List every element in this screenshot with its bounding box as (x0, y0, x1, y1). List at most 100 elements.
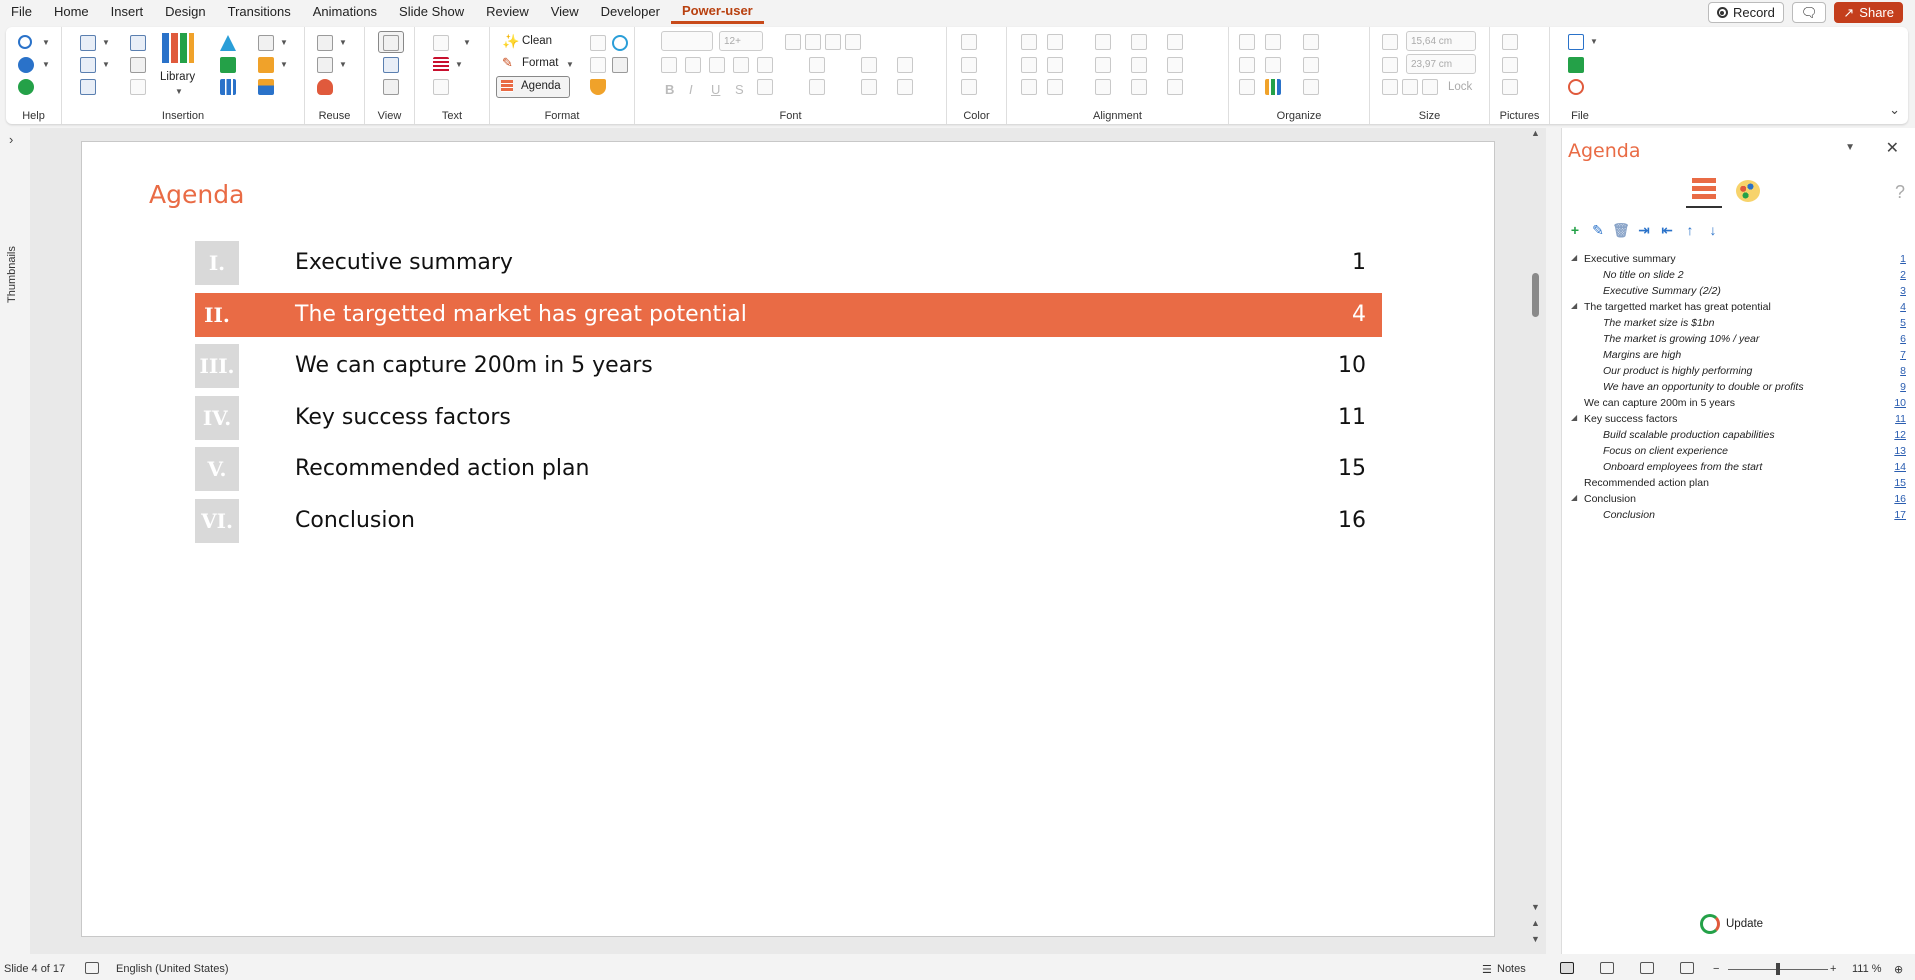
tab-power-user[interactable]: Power-user (670, 0, 764, 24)
chevron-down-icon[interactable]: ▼ (42, 60, 50, 69)
paste-icon[interactable] (317, 57, 333, 73)
waterfall-icon[interactable] (258, 79, 274, 95)
text-box-icon[interactable] (809, 57, 825, 73)
font-size-select[interactable]: 12+ (719, 31, 763, 51)
gantt-icon[interactable] (220, 57, 236, 73)
slide-canvas[interactable]: Agenda I. Executive summary 1 II. The target… (81, 141, 1495, 937)
tab-animations[interactable]: Animations (302, 0, 388, 24)
tree-item-page-link[interactable]: 6 (1900, 333, 1906, 345)
close-icon[interactable]: ✕ (1886, 138, 1899, 158)
normal-view-icon[interactable] (1560, 962, 1574, 974)
tree-item-page-link[interactable]: 3 (1900, 285, 1906, 297)
agenda-row[interactable]: IV. Key success factors 11 (195, 395, 1382, 440)
screenshot-icon[interactable] (130, 57, 146, 73)
view-panel-icon[interactable] (383, 57, 399, 73)
expand-icon[interactable]: ◢ (1571, 253, 1577, 262)
move-up-icon[interactable]: ↑ (1681, 222, 1699, 238)
tab-file[interactable]: File (0, 0, 43, 24)
expand-icon[interactable]: ◢ (1571, 413, 1577, 422)
fit-to-window-icon[interactable]: ⊕ (1894, 963, 1903, 976)
selection-icon[interactable] (1239, 79, 1255, 95)
font-color-icon[interactable] (961, 34, 977, 50)
link-icon[interactable] (130, 79, 146, 95)
height-field[interactable]: 23,97 cm (1406, 54, 1476, 74)
tree-item-page-link[interactable]: 2 (1900, 269, 1906, 281)
zoom-out-icon[interactable]: − (1713, 963, 1719, 975)
insert-text-icon[interactable] (80, 79, 96, 95)
expand-icon[interactable]: ◢ (1571, 493, 1577, 502)
ungroup-icon[interactable] (1265, 34, 1281, 50)
arrange-icon[interactable] (1303, 79, 1319, 95)
slide-sorter-icon[interactable] (1600, 962, 1614, 974)
center-icon[interactable] (1131, 34, 1147, 50)
bullets-icon[interactable] (809, 79, 825, 95)
line-color-icon[interactable] (961, 79, 977, 95)
tree-item-page-link[interactable]: 7 (1900, 349, 1906, 361)
tree-item[interactable]: Recommended action plan 15 (1568, 475, 1908, 491)
file-link-icon[interactable] (1568, 79, 1584, 95)
same-width-icon[interactable] (1095, 79, 1111, 95)
tab-agenda-list[interactable] (1686, 174, 1722, 208)
same-height-icon[interactable] (1131, 79, 1147, 95)
align-center-icon[interactable] (685, 57, 701, 73)
crop-icon[interactable] (1502, 57, 1518, 73)
merge-shapes-icon[interactable] (1303, 57, 1319, 73)
thumbnails-rail[interactable]: › Thumbnails (0, 128, 30, 954)
agenda-row[interactable]: II. The targetted market has great potent… (195, 292, 1382, 337)
width-field[interactable]: 15,64 cm (1406, 31, 1476, 51)
agenda-row[interactable]: III. We can capture 200m in 5 years 10 (195, 344, 1382, 388)
distribute-vertical-icon[interactable] (1095, 57, 1111, 73)
vertical-scrollbar[interactable]: ▲ ▼ ▲ ▼ (1528, 128, 1542, 954)
grid-icon[interactable] (383, 79, 399, 95)
tree-item-page-link[interactable]: 1 (1900, 253, 1906, 265)
tree-item-page-link[interactable]: 16 (1894, 493, 1906, 505)
fit-icon[interactable] (1422, 79, 1438, 95)
sticky-note-icon[interactable] (258, 57, 274, 73)
search-icon[interactable] (18, 35, 32, 49)
stretch-icon[interactable] (1402, 79, 1418, 95)
font-name-select[interactable] (661, 31, 713, 51)
tab-view[interactable]: View (540, 0, 590, 24)
help-icon[interactable]: ? (1895, 182, 1905, 203)
notes-button[interactable]: Notes (1497, 963, 1526, 975)
fill-color-icon[interactable] (961, 57, 977, 73)
update-button[interactable]: Update (1700, 914, 1763, 934)
clear-format-icon[interactable] (825, 34, 841, 50)
chart-icon[interactable] (220, 79, 236, 95)
reading-view-icon[interactable] (1640, 962, 1654, 974)
tab-agenda-style[interactable] (1730, 174, 1766, 208)
zoom-level[interactable]: 111 % (1852, 963, 1882, 975)
tree-item[interactable]: Conclusion 17 (1568, 507, 1908, 523)
pane-options-icon[interactable]: ▼ (1845, 142, 1855, 153)
sync-icon[interactable] (612, 35, 628, 51)
tree-item[interactable]: ◢ The targetted market has great potentia… (1568, 299, 1908, 315)
tree-item[interactable]: Build scalable production capabilities 12 (1568, 427, 1908, 443)
language-status[interactable]: English (United States) (116, 963, 229, 975)
align-bottom-icon[interactable] (1047, 57, 1063, 73)
group-objects-icon[interactable] (1239, 34, 1255, 50)
tree-item[interactable]: The market size is $1bn 5 (1568, 315, 1908, 331)
tree-item-page-link[interactable]: 4 (1900, 301, 1906, 313)
align-objects-right-icon[interactable] (1047, 34, 1063, 50)
indent-icon[interactable]: ⇥ (1635, 222, 1653, 238)
character-spacing-icon[interactable] (757, 79, 773, 95)
distribute-icon[interactable] (1095, 34, 1111, 50)
tree-item-page-link[interactable]: 5 (1900, 317, 1906, 329)
same-size-icon[interactable] (1382, 79, 1398, 95)
insert-shape-icon[interactable] (80, 35, 96, 51)
insert-slide-icon[interactable] (130, 35, 146, 51)
record-button[interactable]: Record (1707, 2, 1784, 23)
accessibility-icon[interactable] (85, 962, 99, 974)
tab-design[interactable]: Design (154, 0, 216, 24)
language-flag-icon[interactable] (433, 57, 449, 73)
clean-button[interactable]: ✨ Clean (498, 32, 568, 52)
table-format-icon[interactable] (612, 57, 628, 73)
replace-font-icon[interactable] (433, 79, 449, 95)
chevron-right-icon[interactable]: › (9, 132, 13, 147)
send-backward-icon[interactable] (1265, 57, 1281, 73)
tree-item-page-link[interactable]: 8 (1900, 365, 1906, 377)
zoom-in-icon[interactable]: + (1830, 963, 1836, 975)
email-icon[interactable] (1568, 34, 1584, 50)
eraser-icon[interactable] (590, 57, 606, 73)
align-top-icon[interactable] (1021, 57, 1037, 73)
